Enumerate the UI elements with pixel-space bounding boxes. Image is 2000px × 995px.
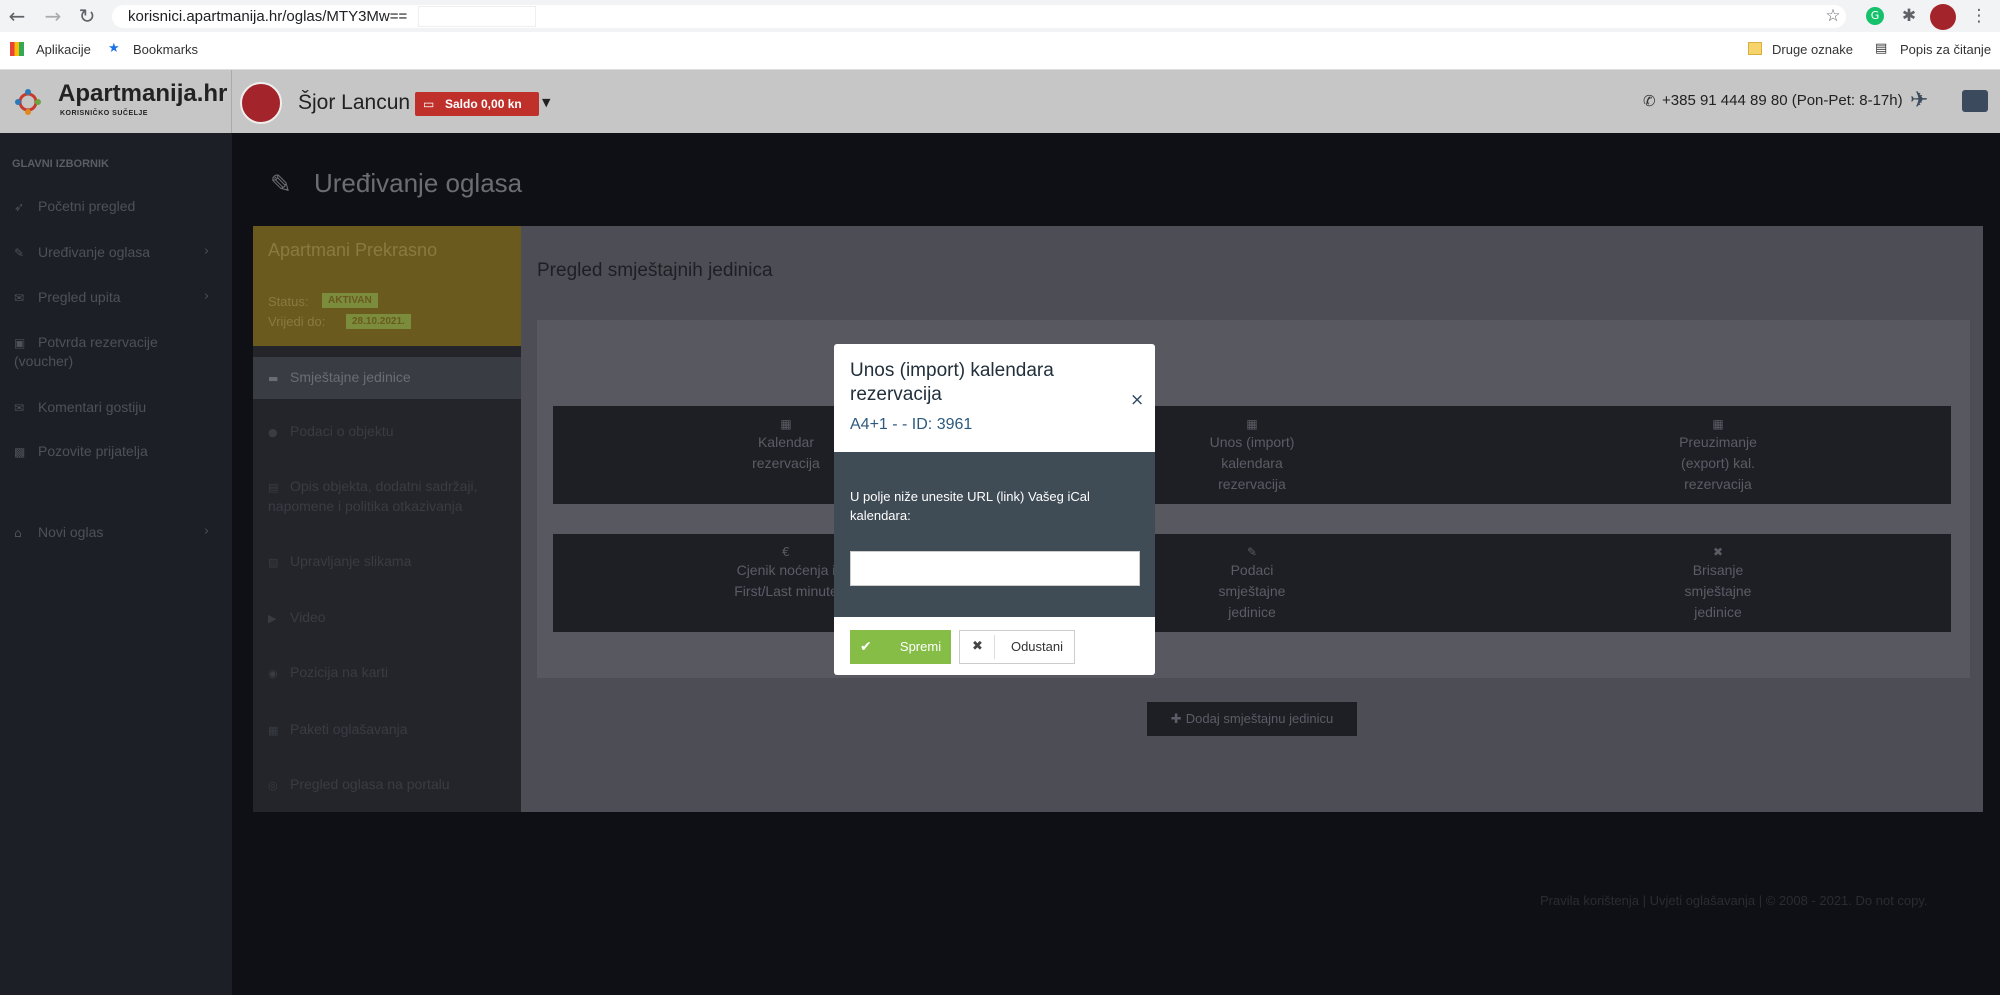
sidebar-item-invite[interactable]: ▩ Pozovite prijatelja [14,442,219,461]
menu-item-units[interactable]: ▬ Smještajne jedinice [268,368,508,388]
id-card-icon: ▣ [14,336,26,350]
menu-item-map[interactable]: ◉ Pozicija na karti [268,663,508,683]
chat-icon[interactable] [1962,90,1988,112]
comments-icon: ✉ [14,401,25,415]
folder-icon [1748,42,1762,55]
status-label: Status: [268,294,309,309]
footer-links[interactable]: Pravila korištenja | Uvjeti oglašavanja … [1540,893,1928,908]
cancel-button[interactable]: ✖ Odustani [959,630,1075,664]
sidebar-item-inquiries[interactable]: ✉ Pregled upita [14,288,219,307]
bed-icon: ▬ [268,372,279,385]
pencil-icon: ✎ [270,170,292,200]
bookmark-apps[interactable]: Aplikacije [36,41,91,59]
modal-title: Unos (import) kalendara rezervacija [850,360,1054,405]
map-marker-icon: ◉ [268,667,278,680]
bookmark-other[interactable]: Druge oznake [1772,41,1853,59]
sidebar-item-new-ad[interactable]: ⌂ Novi oglas [14,523,219,542]
check-icon: ✔ [860,639,872,655]
menu-item-images[interactable]: ▨ Upravljanje slikama [268,552,508,572]
section-title: Pregled smještajnih jedinica [537,260,773,281]
export-calendar-button[interactable]: ▦ Preuzimanje (export) kal. rezervacija [1485,406,1951,504]
url-redaction [418,6,536,27]
video-icon: ▶ [268,612,277,625]
sidebar-heading: GLAVNI IZBORNIK [12,158,109,170]
bookmark-star-icon: ★ [108,41,120,56]
plus-icon: ✚ [1170,712,1186,727]
sidebar [0,133,232,995]
close-icon: ✖ [972,639,983,654]
phone-icon: ✆ [1643,92,1656,110]
page-title: Uređivanje oglasa [314,168,523,198]
menu-item-video[interactable]: ▶ Video [268,608,508,628]
menu-item-object-data[interactable]: ● Podaci o objektu [268,422,508,442]
forward-icon[interactable]: → [40,3,66,29]
reading-list-icon: ▤ [1875,41,1888,56]
delete-unit-button[interactable]: ✖ Brisanje smještajne jedinice [1485,534,1951,632]
menu-icon[interactable]: ⋮ [1968,5,1990,27]
sidebar-item-comments[interactable]: ✉ Komentari gostiju [14,398,219,417]
info-icon: ● [268,426,278,439]
bookmark-reading-list[interactable]: Popis za čitanje [1900,41,1991,59]
close-icon: ✖ [1712,545,1724,559]
sidebar-item-home[interactable]: ➶ Početni pregled [14,197,219,216]
logo-icon [12,86,44,118]
add-unit-button[interactable]: ✚ Dodaj smještajnu jedinicu [1147,702,1357,736]
menu-item-description[interactable]: ▤ Opis objekta, dodatni sadržaji, napomen… [268,477,508,516]
bookmark-bookmarks[interactable]: Bookmarks [133,41,198,59]
logo-subtitle: KORISNIČKO SUČELJE [60,110,148,117]
star-icon[interactable]: ☆ [1822,5,1844,27]
close-icon[interactable]: × [1130,390,1144,410]
home-icon: ⌂ [14,526,22,540]
binoculars-icon: ◎ [268,779,278,792]
sidebar-item-voucher[interactable]: ▣ Potvrda rezervacije (voucher) [14,333,219,370]
modal-instructions: U polje niže unesite URL (link) Vašeg iC… [850,489,1090,523]
saldo-button[interactable]: ▭ Saldo 0,00 kn [415,92,539,116]
envelope-icon: ✉ [14,291,25,305]
back-icon[interactable]: ← [4,3,30,29]
rocket-icon: ➶ [14,200,25,214]
calendar-icon: ▦ [1712,417,1724,431]
menu-item-preview[interactable]: ◎ Pregled oglasa na portalu [268,775,508,795]
address-bar[interactable]: korisnici.apartmanija.hr/oglas/MTY3Mw== [112,5,1846,28]
apartment-name: Apartmani Prekrasno [268,240,438,260]
save-button[interactable]: ✔ Spremi [850,630,951,664]
modal-subtitle: A4+1 - - ID: 3961 [850,416,973,433]
saldo-label: Saldo 0,00 kn [445,97,522,111]
chevron-right-icon: › [204,524,210,539]
logo-text[interactable]: Apartmanija.hr [58,80,227,108]
user-avatar[interactable] [240,82,282,124]
image-icon: ▨ [268,556,279,569]
profile-avatar[interactable] [1930,4,1956,30]
valid-until-label: Vrijedi do: [268,314,326,329]
superhero-icon[interactable]: ✈ [1910,88,1940,114]
gift-icon: ▩ [14,445,26,459]
pencil-icon: ✎ [14,246,25,260]
chevron-right-icon: › [204,289,210,304]
menu-item-packages[interactable]: ▦ Paketi oglašavanja [268,720,508,740]
status-badge: AKTIVAN [322,293,378,308]
phone-number: +385 91 444 89 80 (Pon-Pet: 8-17h) [1662,92,1903,109]
ical-url-input[interactable] [850,551,1140,586]
user-name[interactable]: Šjor Lancun [298,91,410,115]
extensions-icon[interactable]: ✱ [1898,5,1920,27]
bookmarks-bar [0,32,2000,70]
modal-body [834,452,1155,617]
cubes-icon: ▦ [268,724,279,737]
card-icon: ▭ [423,97,435,111]
sidebar-item-edit-ad[interactable]: ✎ Uređivanje oglasa [14,243,219,262]
grammarly-icon[interactable]: G [1866,7,1884,25]
apps-icon [10,42,24,56]
reload-icon[interactable]: ↻ [74,3,100,29]
divider [994,635,995,659]
valid-until-badge: 28.10.2021. [346,314,411,329]
book-icon: ▤ [268,481,279,494]
chevron-right-icon: › [204,244,210,259]
caret-down-icon[interactable]: ▼ [542,96,550,109]
